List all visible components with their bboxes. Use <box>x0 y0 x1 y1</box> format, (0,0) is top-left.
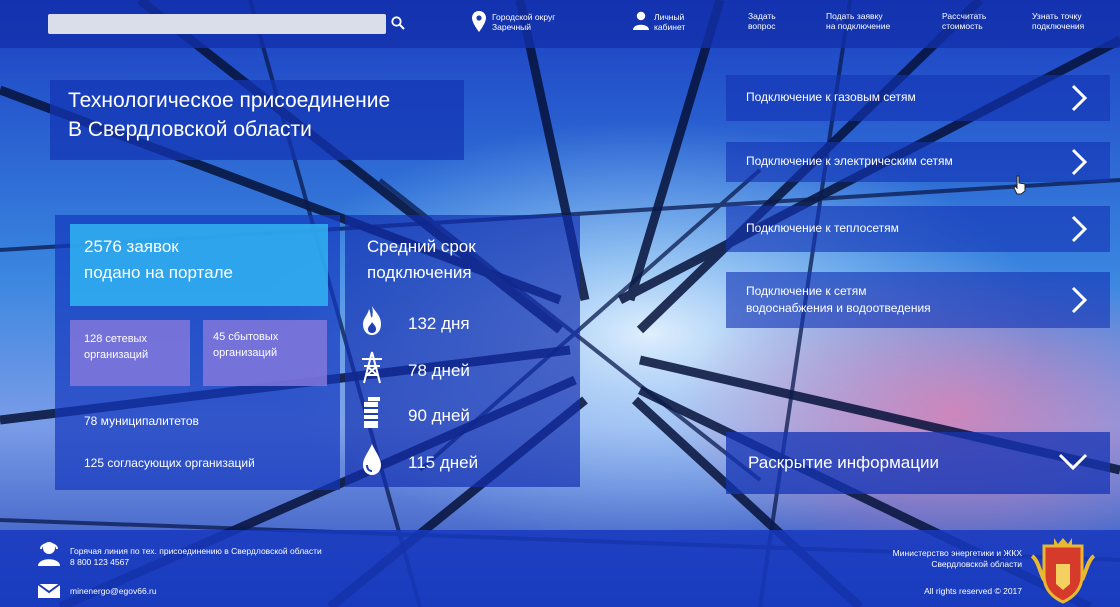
service-water-label-line-2: водоснабжения и водоотведения <box>746 301 931 315</box>
network-orgs-line-2: организаций <box>84 349 149 361</box>
account-line-1: Личный <box>654 12 685 22</box>
sales-orgs-stat: 45 сбытовых организаций <box>203 320 327 386</box>
water-drop-icon <box>363 444 381 475</box>
top-bar: Городской округ Заречный Личный кабинет … <box>0 0 1120 48</box>
average-term-title-line-2: подключения <box>367 263 472 282</box>
hero-title-line-1: Технологическое присоединение <box>68 89 391 112</box>
service-water-connection[interactable]: Подключение к сетям водоснабжения и водо… <box>726 272 1110 328</box>
service-heat-connection[interactable]: Подключение к теплосетям <box>726 206 1110 252</box>
search-input[interactable] <box>48 14 386 34</box>
power-tower-icon <box>362 351 382 384</box>
average-term-title-line-1: Средний срок <box>367 237 476 256</box>
heat-radiator-icon <box>364 397 380 428</box>
sales-orgs-line-1: 45 сбытовых <box>213 331 279 343</box>
location-line-1: Городской округ <box>492 12 556 22</box>
chevron-right-icon <box>1071 148 1088 176</box>
hotline-caption: Горячая линия по тех. присоединению в Св… <box>70 546 322 556</box>
heat-term-value: 90 дней <box>408 406 470 425</box>
gas-flame-icon <box>363 306 381 335</box>
applications-stat: 2576 заявок подано на портале <box>70 224 328 306</box>
location-pin-icon <box>472 11 486 32</box>
applications-count: 2576 заявок <box>84 237 179 256</box>
apply-line-2: на подключение <box>826 21 891 31</box>
disclosure-dropdown[interactable]: Раскрытие информации <box>726 432 1110 494</box>
location-line-2: Заречный <box>492 22 532 32</box>
find-point-line-1: Узнать точку <box>1032 11 1082 21</box>
user-icon <box>633 11 649 30</box>
ministry-line-2: Свердловской области <box>931 559 1022 569</box>
ask-question-link[interactable]: Задать вопрос <box>748 11 776 31</box>
calculate-line-1: Рассчитать <box>942 11 987 21</box>
email-link[interactable]: minenergo@egov66.ru <box>70 586 157 597</box>
applications-caption: подано на портале <box>84 263 233 282</box>
hero-title-line-2: В Свердловской области <box>68 118 312 141</box>
chevron-right-icon <box>1071 215 1088 243</box>
service-water-label-line-1: Подключение к сетям <box>746 284 867 298</box>
calculate-line-2: стоимость <box>942 21 983 31</box>
apply-line-1: Подать заявку <box>826 11 883 21</box>
find-connection-point-link[interactable]: Узнать точку подключения <box>1032 11 1084 31</box>
footer: Горячая линия по тех. присоединению в Св… <box>0 530 1120 607</box>
gas-term-value: 132 дня <box>408 314 470 333</box>
hand-cursor-icon <box>1013 175 1026 195</box>
apply-connection-link[interactable]: Подать заявку на подключение <box>826 11 890 31</box>
service-heat-label: Подключение к теплосетям <box>746 221 899 235</box>
ask-line-1: Задать <box>748 11 776 21</box>
approving-orgs-stat: 125 согласующих организаций <box>84 456 255 470</box>
service-gas-connection[interactable]: Подключение к газовым сетям <box>726 75 1110 121</box>
chevron-right-icon <box>1071 84 1088 112</box>
chevron-down-icon <box>1058 453 1088 471</box>
network-orgs-line-1: 128 сетевых <box>84 333 147 345</box>
mail-icon <box>37 583 61 598</box>
water-term-value: 115 дней <box>408 453 479 472</box>
coat-of-arms-logo <box>1030 538 1096 604</box>
search-icon[interactable] <box>390 15 406 31</box>
copyright: All rights reserved © 2017 <box>924 586 1022 596</box>
ask-line-2: вопрос <box>748 21 776 31</box>
find-point-line-2: подключения <box>1032 21 1085 31</box>
ministry-name: Министерство энергетики и ЖКХ Свердловск… <box>893 548 1022 570</box>
electric-term-value: 78 дней <box>408 361 470 380</box>
operator-headset-icon <box>38 542 60 566</box>
account-line-2: кабинет <box>654 22 686 32</box>
ministry-line-1: Министерство энергетики и ЖКХ <box>892 548 1022 558</box>
service-electric-connection[interactable]: Подключение к электрическим сетям <box>726 142 1110 182</box>
hero-title-box: Технологическое присоединение В Свердлов… <box>50 80 464 160</box>
disclosure-label: Раскрытие информации <box>748 453 939 472</box>
sales-orgs-line-2: организаций <box>213 347 278 359</box>
network-orgs-stat: 128 сетевых организаций <box>70 320 190 386</box>
service-electric-label: Подключение к электрическим сетям <box>746 154 953 168</box>
hotline-phone[interactable]: 8 800 123 4567 <box>70 557 129 568</box>
calculate-cost-link[interactable]: Рассчитать стоимость <box>942 11 986 31</box>
municipalities-stat: 78 муниципалитетов <box>84 414 199 428</box>
chevron-right-icon <box>1071 286 1088 314</box>
service-gas-label: Подключение к газовым сетям <box>746 90 916 104</box>
